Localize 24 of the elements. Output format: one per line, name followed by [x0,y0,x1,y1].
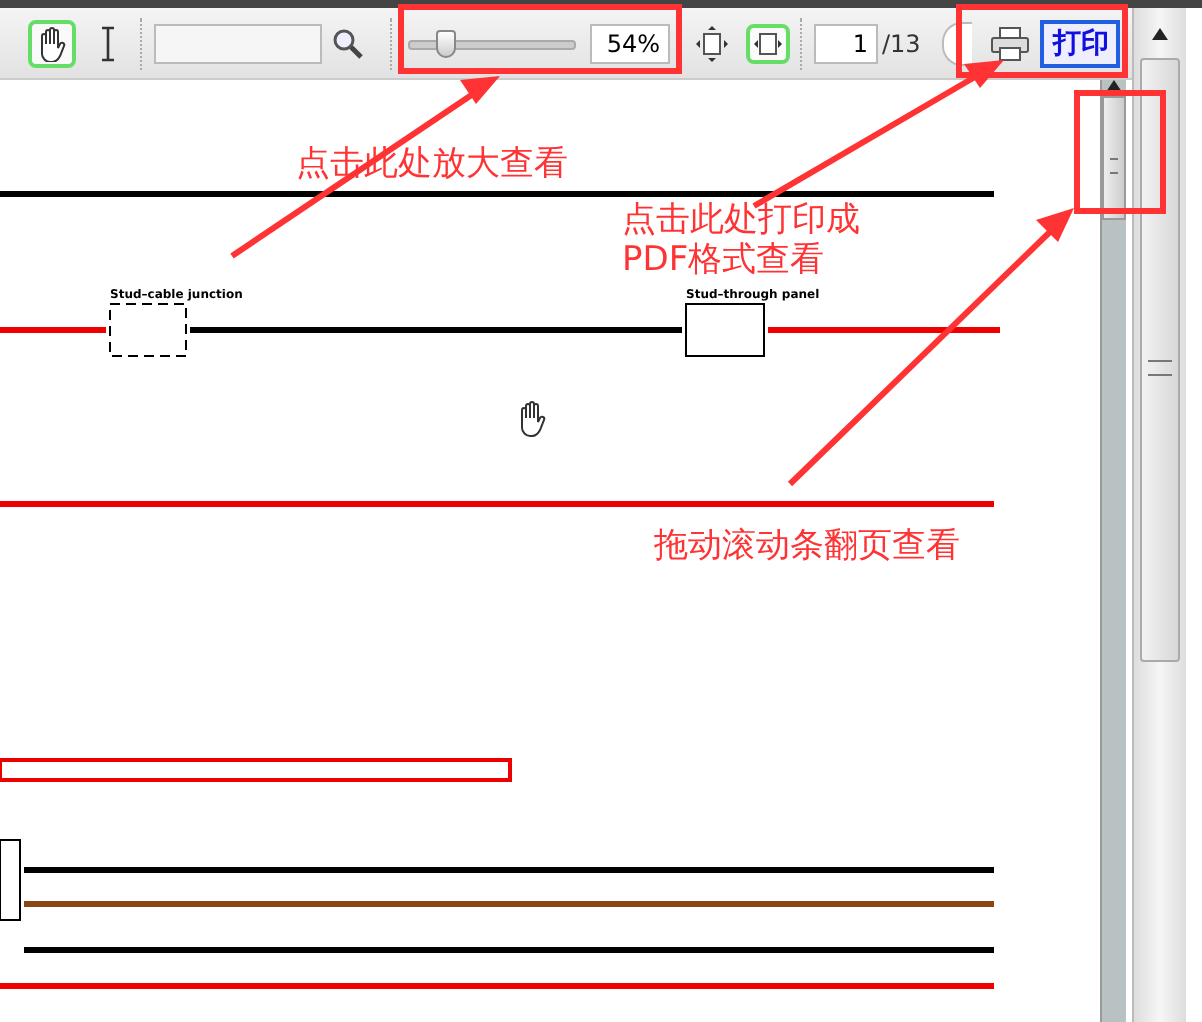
text-cursor-icon [100,25,116,61]
scroll-up-icon[interactable] [1152,28,1168,40]
search-icon[interactable] [332,27,364,59]
scrollbar-thumb[interactable] [1102,96,1126,220]
printer-icon[interactable] [990,25,1031,61]
hand-icon [36,25,68,61]
annotation-text: 点击此处打印成 [622,200,860,240]
hand-tool-button[interactable] [28,19,76,67]
annotation-text: PDF格式查看 [622,240,827,280]
search-field[interactable] [154,23,322,63]
scrollbar[interactable] [1100,80,1126,1022]
fit-width-button[interactable] [746,23,790,63]
page-count: /13 [882,29,921,57]
zoom-slider[interactable] [404,27,580,59]
fit-width-icon [754,31,782,55]
print-button[interactable]: 打印 [1040,19,1121,67]
outer-scrollbar[interactable] [1132,8,1186,1022]
annotation-text: 拖动滚动条翻页查看 [654,526,960,566]
fit-page-icon [696,25,728,61]
zoom-field[interactable]: 54% [590,23,670,63]
highlight-frame [1074,90,1166,214]
scrollbar-thumb[interactable] [1140,58,1180,662]
page-number-field[interactable]: 1 [814,23,878,63]
hand-cursor-icon [521,401,546,437]
